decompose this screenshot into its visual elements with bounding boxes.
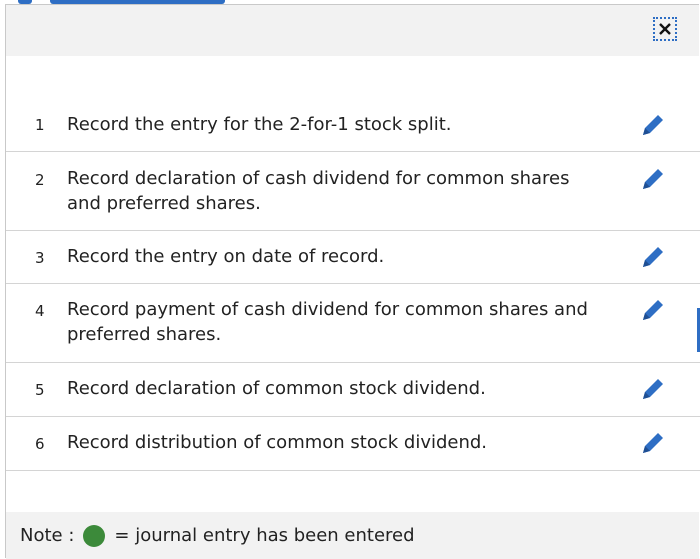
dialog-header: [6, 5, 699, 56]
edit-entry-button[interactable]: [639, 165, 667, 193]
task-row: 3 Record the entry on date of record.: [6, 231, 700, 284]
pencil-icon: [643, 169, 663, 189]
note-label: Note :: [20, 525, 75, 546]
task-number: 6: [35, 435, 45, 453]
edit-entry-button[interactable]: [639, 429, 667, 457]
task-row: 6 Record distribution of common stock di…: [6, 417, 700, 471]
legend-text: = journal entry has been entered: [114, 525, 415, 546]
edit-entry-button[interactable]: [639, 243, 667, 271]
task-description: Record declaration of cash dividend for …: [67, 168, 570, 214]
task-row: 5 Record declaration of common stock div…: [6, 363, 700, 417]
task-description: Record the entry for the 2-for-1 stock s…: [67, 114, 452, 135]
task-number: 5: [35, 381, 45, 399]
task-description: Record payment of cash dividend for comm…: [67, 299, 588, 345]
pencil-icon: [643, 379, 663, 399]
edit-entry-button[interactable]: [639, 296, 667, 324]
pencil-icon: [643, 433, 663, 453]
task-list: 1 Record the entry for the 2-for-1 stock…: [6, 98, 700, 471]
task-row: 1 Record the entry for the 2-for-1 stock…: [6, 98, 700, 152]
task-number: 4: [35, 302, 45, 320]
journal-tasks-dialog: 1 Record the entry for the 2-for-1 stock…: [5, 4, 700, 559]
pencil-icon: [643, 247, 663, 267]
entered-status-dot: [83, 524, 106, 547]
legend-footer: Note : = journal entry has been entered: [6, 512, 699, 559]
pencil-icon: [643, 300, 663, 320]
task-description: Record the entry on date of record.: [67, 246, 385, 267]
task-description: Record declaration of common stock divid…: [67, 378, 486, 399]
task-number: 3: [35, 249, 45, 267]
task-row: 4 Record payment of cash dividend for co…: [6, 284, 700, 363]
task-description: Record distribution of common stock divi…: [67, 432, 488, 453]
task-row: 2 Record declaration of cash dividend fo…: [6, 152, 700, 231]
task-number: 1: [35, 116, 45, 134]
close-button[interactable]: [653, 17, 677, 41]
close-icon: [659, 23, 671, 35]
pencil-icon: [643, 115, 663, 135]
task-number: 2: [35, 171, 45, 189]
edit-entry-button[interactable]: [639, 375, 667, 403]
edit-entry-button[interactable]: [639, 111, 667, 139]
